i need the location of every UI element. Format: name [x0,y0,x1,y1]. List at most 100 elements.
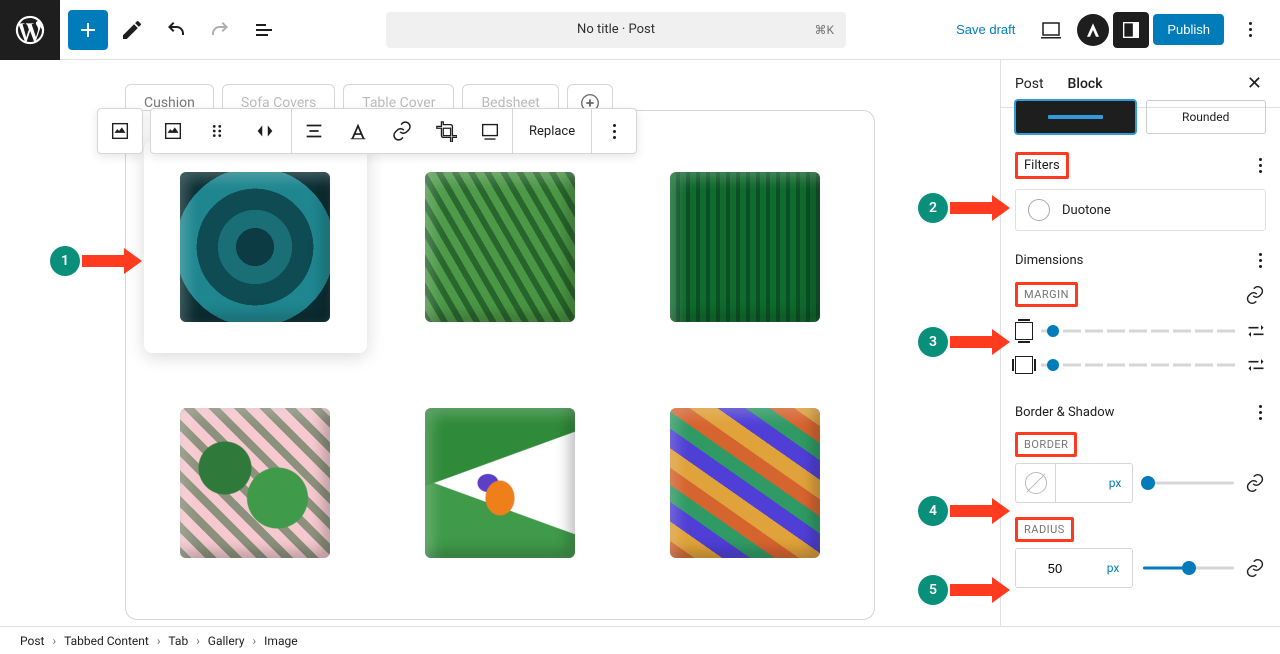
tab-content-panel [125,110,875,620]
breadcrumb-item[interactable]: Tab [168,634,188,648]
border-more-button[interactable] [1255,401,1266,424]
margin-horizontal-slider[interactable] [1041,355,1238,375]
settings-sidebar-toggle[interactable] [1113,12,1149,48]
block-toolbar: Replace [150,108,637,154]
document-title[interactable]: No title · Post ⌘K [386,12,846,48]
border-width-field[interactable] [1056,464,1098,502]
breadcrumb-item[interactable]: Gallery [208,634,245,648]
annotation-arrow-3 [950,333,1010,351]
annotation-bubble-3: 3 [918,327,948,357]
margin-horizontal-icon [1015,356,1033,374]
settings-sidebar: Post Block ✕ Rounded Filters Duotone Dim… [1000,60,1280,626]
border-label: BORDER [1015,432,1077,457]
margin-vertical-icon [1015,322,1033,340]
move-arrows-icon[interactable] [239,109,291,153]
document-overview-button[interactable] [244,10,284,50]
dimensions-label: Dimensions [1015,253,1083,268]
block-type-icon[interactable] [151,109,195,153]
add-block-button[interactable] [68,10,108,50]
breadcrumb-item[interactable]: Tabbed Content [64,634,149,648]
radius-slider[interactable] [1143,558,1234,578]
breadcrumb-item[interactable]: Image [264,634,297,648]
border-width-input[interactable]: px [1015,463,1133,503]
publish-button[interactable]: Publish [1153,14,1224,45]
filters-more-button[interactable] [1255,154,1266,177]
duotone-label: Duotone [1062,203,1111,218]
caption-button[interactable] [468,109,512,153]
pillow-image [670,172,820,322]
style-variant-rounded[interactable]: Rounded [1146,100,1267,134]
duotone-swatch-icon [1028,199,1050,221]
wp-logo[interactable] [0,0,60,60]
annotation-arrow-2 [950,199,1010,217]
gallery-item-5[interactable] [389,377,612,589]
radius-input[interactable]: px [1015,548,1133,588]
parent-block-selector[interactable] [97,108,143,154]
radius-unit[interactable]: px [1094,549,1132,587]
dimensions-panel-header: Dimensions [1015,249,1266,272]
replace-button[interactable]: Replace [513,109,592,153]
text-overlay-button[interactable] [336,109,380,153]
document-title-text: No title · Post [577,22,655,37]
align-button[interactable] [292,109,336,153]
drag-handle-icon[interactable] [195,109,239,153]
breadcrumb-bar: Post› Tabbed Content› Tab› Gallery› Imag… [0,626,1280,654]
custom-size-icon[interactable] [1246,321,1266,341]
plugin-astra-icon[interactable] [1077,14,1109,46]
radius-field[interactable] [1016,549,1094,587]
link-sides-icon[interactable] [1244,284,1266,306]
close-sidebar-button[interactable]: ✕ [1243,69,1266,98]
border-control-row: px [1015,463,1266,503]
margin-vertical-row [1015,321,1266,341]
annotation-arrow-5 [950,581,1010,599]
border-panel-header: Border & Shadow [1015,401,1266,424]
custom-size-icon[interactable] [1246,355,1266,375]
border-color-swatch[interactable] [1016,464,1056,502]
document-title-bar: No title · Post ⌘K [326,12,906,48]
save-draft-button[interactable]: Save draft [946,14,1025,45]
unlink-radius-icon[interactable] [1244,557,1266,579]
top-toolbar: No title · Post ⌘K Save draft Publish [0,0,1280,60]
block-more-options[interactable] [592,109,636,153]
topbar-right: Save draft Publish [946,10,1280,50]
margin-label: MARGIN [1015,282,1078,307]
pillow-image [425,172,575,322]
pillow-image [425,408,575,558]
gallery-item-1[interactable] [144,141,367,353]
edit-mode-button[interactable] [112,10,152,50]
border-shadow-label: Border & Shadow [1015,405,1114,420]
style-variants-row: Rounded [1015,100,1266,134]
duotone-control[interactable]: Duotone [1015,189,1266,231]
radius-control-row: px [1015,548,1266,588]
redo-button[interactable] [200,10,240,50]
annotation-bubble-1: 1 [50,246,80,276]
gallery-item-2[interactable] [389,141,612,353]
gallery-grid [144,141,856,589]
annotation-arrow-1 [82,252,142,270]
pillow-image [670,408,820,558]
pillow-image [180,172,330,322]
filters-panel-header: Filters [1015,152,1266,179]
preview-button[interactable] [1031,10,1071,50]
radius-label: RADIUS [1015,517,1074,542]
pillow-image [180,408,330,558]
gallery-item-3[interactable] [633,141,856,353]
unlink-border-icon[interactable] [1244,472,1266,494]
annotation-bubble-5: 5 [918,575,948,605]
annotation-arrow-4 [950,502,1010,520]
link-button[interactable] [380,109,424,153]
annotation-bubble-4: 4 [918,496,948,526]
dimensions-more-button[interactable] [1255,249,1266,272]
gallery-item-6[interactable] [633,377,856,589]
border-width-slider[interactable] [1143,473,1234,493]
gallery-item-4[interactable] [144,377,367,589]
undo-button[interactable] [156,10,196,50]
border-unit[interactable]: px [1098,464,1132,502]
style-variant-default[interactable] [1015,100,1136,134]
breadcrumb-item[interactable]: Post [20,634,44,648]
crop-button[interactable] [424,109,468,153]
more-options-button[interactable] [1230,10,1270,50]
margin-vertical-slider[interactable] [1041,321,1238,341]
margin-horizontal-row [1015,355,1266,375]
filters-label: Filters [1015,152,1069,179]
